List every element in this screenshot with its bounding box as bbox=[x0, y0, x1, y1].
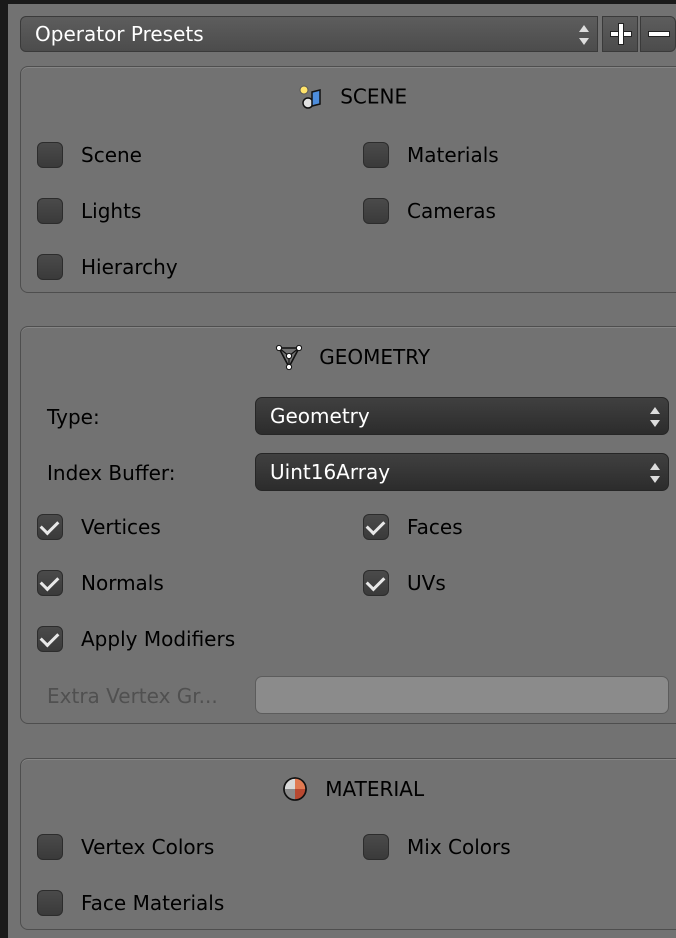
extra-vertex-groups-label: Extra Vertex Gr... bbox=[47, 684, 218, 708]
index-buffer-dropdown[interactable]: Uint16Array bbox=[255, 453, 669, 491]
geometry-panel: GEOMETRY Type: Geometry Index Buffer: Ui… bbox=[20, 326, 676, 724]
index-buffer-value: Uint16Array bbox=[270, 460, 391, 484]
checkbox[interactable] bbox=[37, 890, 63, 916]
checkbox-checked[interactable] bbox=[37, 514, 63, 540]
mesh-icon bbox=[275, 344, 303, 371]
operator-presets-label: Operator Presets bbox=[35, 22, 204, 46]
operator-presets-dropdown[interactable]: Operator Presets bbox=[20, 16, 598, 52]
updown-arrows-icon bbox=[650, 462, 660, 484]
checkbox-label: Scene bbox=[81, 143, 142, 167]
type-value: Geometry bbox=[270, 404, 370, 428]
material-sphere-icon bbox=[283, 777, 307, 801]
geometry-panel-header[interactable]: GEOMETRY bbox=[21, 343, 676, 371]
checkbox-checked[interactable] bbox=[363, 514, 389, 540]
checkbox-label: Face Materials bbox=[81, 891, 225, 915]
checkbox-checked[interactable] bbox=[37, 570, 63, 596]
checkbox-label: UVs bbox=[407, 571, 446, 595]
checkbox[interactable] bbox=[37, 254, 63, 280]
checkbox[interactable] bbox=[37, 198, 63, 224]
checkbox[interactable] bbox=[37, 834, 63, 860]
window-edge-left bbox=[0, 0, 8, 938]
geometry-panel-title: GEOMETRY bbox=[319, 345, 431, 369]
scene-panel-header[interactable]: SCENE bbox=[21, 83, 676, 110]
checkbox[interactable] bbox=[363, 834, 389, 860]
checkbox[interactable] bbox=[363, 198, 389, 224]
remove-preset-button[interactable] bbox=[640, 16, 676, 52]
operator-presets-bar: Operator Presets bbox=[20, 16, 676, 54]
scene-panel-title: SCENE bbox=[340, 84, 408, 109]
material-panel-title: MATERIAL bbox=[325, 777, 425, 801]
updown-arrows-icon bbox=[650, 406, 660, 428]
extra-vertex-groups-field[interactable] bbox=[255, 676, 669, 714]
checkbox-label: Mix Colors bbox=[407, 835, 511, 859]
checkbox-label: Hierarchy bbox=[81, 255, 178, 279]
scene-panel: SCENE Scene Materials Lights Cameras Hie… bbox=[20, 66, 676, 293]
checkbox-label: Cameras bbox=[407, 199, 496, 223]
checkbox-label: Apply Modifiers bbox=[81, 627, 236, 651]
material-panel: MATERIAL Vertex Colors Mix Colors Face M… bbox=[20, 758, 676, 930]
checkbox-label: Lights bbox=[81, 199, 142, 223]
type-dropdown[interactable]: Geometry bbox=[255, 397, 669, 435]
material-panel-header[interactable]: MATERIAL bbox=[21, 775, 676, 803]
checkbox-label: Vertices bbox=[81, 515, 161, 539]
checkbox-label: Vertex Colors bbox=[81, 835, 215, 859]
checkbox[interactable] bbox=[363, 142, 389, 168]
updown-arrows-icon bbox=[579, 24, 589, 46]
checkbox-checked[interactable] bbox=[363, 570, 389, 596]
scene-icon bbox=[299, 85, 321, 109]
add-preset-button[interactable] bbox=[602, 16, 638, 52]
checkbox-label: Materials bbox=[407, 143, 499, 167]
checkbox-checked[interactable] bbox=[37, 626, 63, 652]
checkbox-label: Faces bbox=[407, 515, 463, 539]
index-buffer-label: Index Buffer: bbox=[47, 461, 176, 485]
type-label: Type: bbox=[47, 405, 100, 429]
window-edge-top bbox=[0, 0, 676, 4]
checkbox[interactable] bbox=[37, 142, 63, 168]
checkbox-label: Normals bbox=[81, 571, 164, 595]
